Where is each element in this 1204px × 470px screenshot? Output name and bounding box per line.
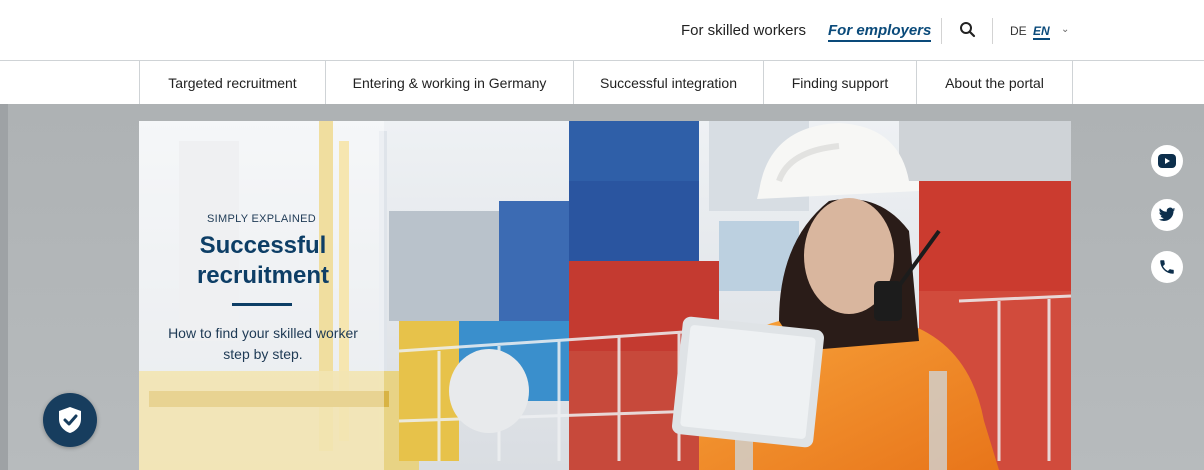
hero-title-rule bbox=[232, 303, 292, 306]
hero-text-panel bbox=[139, 121, 384, 470]
hero-title[interactable]: Successful recruitment bbox=[178, 231, 348, 291]
nav-item-about-portal[interactable]: About the portal bbox=[916, 61, 1073, 104]
chevron-down-icon[interactable]: ⌄ bbox=[1061, 24, 1069, 35]
nav-item-finding-support[interactable]: Finding support bbox=[763, 61, 916, 104]
search-icon[interactable] bbox=[959, 21, 977, 39]
divider bbox=[941, 18, 942, 44]
divider bbox=[992, 18, 993, 44]
for-employers-link[interactable]: For employers bbox=[828, 22, 932, 42]
nav-item-entering-working-germany[interactable]: Entering & working in Germany bbox=[325, 61, 573, 104]
hero-description: How to find your skilled worker step by … bbox=[168, 325, 358, 362]
phone-icon[interactable] bbox=[1151, 251, 1183, 283]
for-skilled-workers-link[interactable]: For skilled workers bbox=[681, 22, 806, 39]
band-edge bbox=[0, 104, 8, 470]
nav-item-successful-integration[interactable]: Successful integration bbox=[573, 61, 763, 104]
shield-check-icon bbox=[59, 407, 81, 433]
privacy-shield-button[interactable] bbox=[43, 393, 97, 447]
main-navigation: Targeted recruitment Entering & working … bbox=[0, 60, 1204, 104]
hero-eyebrow: SIMPLY EXPLAINED bbox=[207, 213, 316, 225]
language-en[interactable]: EN bbox=[1033, 24, 1050, 40]
twitter-icon[interactable] bbox=[1151, 199, 1183, 231]
nav-item-targeted-recruitment[interactable]: Targeted recruitment bbox=[139, 61, 325, 104]
language-de[interactable]: DE bbox=[1010, 24, 1027, 38]
top-utility-bar: For skilled workers For employers DE EN … bbox=[0, 0, 1204, 60]
youtube-icon[interactable] bbox=[1151, 145, 1183, 177]
